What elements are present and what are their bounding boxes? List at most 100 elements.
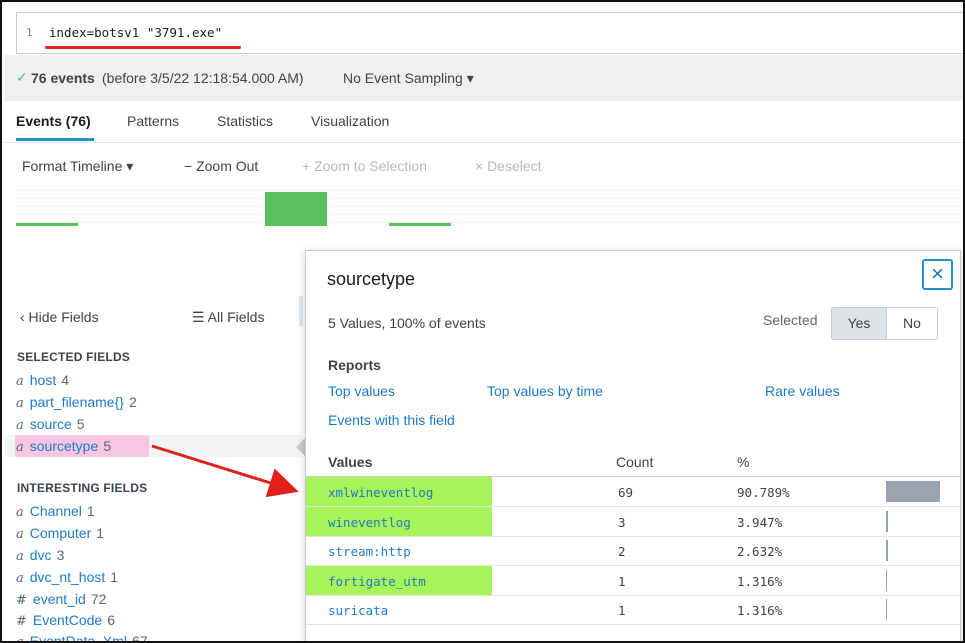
field-sourcetype[interactable]: a sourcetype 5: [16, 438, 111, 455]
field-type-icon: a: [16, 635, 24, 643]
format-timeline-button[interactable]: Format Timeline ▾: [22, 158, 133, 175]
value-name[interactable]: suricata: [328, 603, 388, 618]
value-count: 1: [618, 603, 626, 618]
field-type-icon: a: [16, 571, 24, 586]
reports-heading: Reports: [328, 357, 381, 373]
event-time-range: (before 3/5/22 12:18:54.000 AM): [102, 70, 304, 86]
field-type-icon: a: [16, 440, 24, 455]
timeline-chart[interactable]: [16, 188, 963, 228]
field-source[interactable]: a source 5: [16, 416, 85, 433]
value-percent: 1.316%: [737, 573, 783, 589]
field-type-icon: a: [16, 549, 24, 564]
timeline-bar[interactable]: [265, 192, 327, 226]
table-row[interactable]: wineventlog 3 3.947%: [306, 506, 962, 537]
timeline-gridline: [16, 190, 963, 191]
search-bar[interactable]: 1 index=botsv1 "3791.exe": [16, 12, 963, 54]
field-channel[interactable]: a Channel 1: [16, 503, 95, 520]
deselect-button[interactable]: × Deselect: [475, 158, 542, 174]
field-part-filename[interactable]: a part_filename{} 2: [16, 394, 137, 411]
tab-visualization[interactable]: Visualization: [311, 113, 389, 129]
field-type-icon: #: [16, 614, 27, 629]
table-row[interactable]: stream:http 2 2.632%: [306, 536, 962, 566]
value-name[interactable]: xmlwineventlog: [328, 485, 433, 500]
value-percent: 3.947%: [737, 514, 783, 530]
field-event-id[interactable]: # event_id 72: [16, 591, 106, 608]
value-percent: 1.316%: [737, 603, 783, 618]
close-button[interactable]: ×: [922, 259, 953, 290]
field-type-icon: a: [16, 374, 24, 389]
event-sampling-dropdown[interactable]: No Event Sampling ▾: [343, 70, 474, 87]
field-name: source: [29, 416, 72, 432]
tab-patterns[interactable]: Patterns: [127, 113, 179, 129]
values-column-header: Values: [328, 454, 373, 470]
field-name: EventData_Xml: [29, 633, 128, 643]
value-name[interactable]: stream:http: [328, 544, 411, 559]
line-number: 1: [26, 26, 33, 39]
field-name: Channel: [29, 503, 82, 519]
field-name: sourcetype: [29, 438, 99, 454]
search-query[interactable]: index=botsv1 "3791.exe": [49, 25, 222, 40]
fields-sidebar: ‹ Hide Fields ☰ All Fields SELECTED FIEL…: [4, 296, 302, 643]
field-name: EventCode: [32, 612, 103, 628]
field-host[interactable]: a host 4: [16, 372, 69, 389]
values-table-header: Values Count %: [306, 447, 962, 477]
field-computer[interactable]: a Computer 1: [16, 525, 104, 542]
status-bar: ✓ 76 events (before 3/5/22 12:18:54.000 …: [4, 55, 963, 101]
field-count: 5: [76, 416, 85, 432]
zoom-to-selection-button[interactable]: + Zoom to Selection: [302, 158, 427, 174]
annotation-underline: [45, 46, 241, 49]
field-dvc[interactable]: a dvc 3: [16, 547, 64, 564]
field-count: 6: [107, 612, 115, 628]
value-count: 1: [618, 573, 626, 589]
table-row[interactable]: fortigate_utm 1 1.316%: [306, 565, 962, 596]
selected-fields-heading: SELECTED FIELDS: [17, 350, 131, 364]
timeline-bar[interactable]: [16, 223, 78, 226]
zoom-out-button[interactable]: − Zoom Out: [184, 158, 258, 174]
field-type-icon: a: [16, 527, 24, 542]
popup-caret: [296, 438, 305, 456]
field-count: 4: [61, 372, 70, 388]
active-tab-indicator: [16, 138, 94, 141]
value-name[interactable]: wineventlog: [328, 515, 411, 530]
value-percent-bar: [886, 481, 940, 502]
field-eventdata-xml[interactable]: a EventData_Xml 67: [16, 633, 148, 643]
field-name: part_filename{}: [29, 394, 124, 410]
report-rare-values-link[interactable]: Rare values: [765, 383, 840, 399]
field-count: 67: [132, 633, 148, 643]
count-column-header: Count: [616, 454, 654, 470]
value-count: 2: [618, 544, 626, 559]
sidebar-resize-handle[interactable]: [299, 296, 303, 326]
field-name: host: [29, 372, 57, 388]
field-type-icon: a: [16, 396, 24, 411]
event-count: 76 events: [31, 70, 95, 86]
report-top-values-link[interactable]: Top values: [328, 383, 395, 399]
hide-fields-button[interactable]: ‹ Hide Fields: [20, 309, 99, 325]
timeline-gridline: [16, 198, 963, 199]
field-name: Computer: [29, 525, 92, 541]
field-dvc-nt-host[interactable]: a dvc_nt_host 1: [16, 569, 118, 586]
tab-events[interactable]: Events (76): [16, 113, 91, 129]
field-type-icon: a: [16, 505, 24, 520]
all-fields-button[interactable]: ☰ All Fields: [192, 309, 264, 326]
tab-statistics[interactable]: Statistics: [217, 113, 273, 129]
table-row[interactable]: suricata 1 1.316%: [306, 595, 962, 625]
table-row[interactable]: xmlwineventlog 69 90.789%: [306, 477, 962, 507]
popup-title: sourcetype: [327, 269, 416, 289]
window-frame: 1 index=botsv1 "3791.exe" ✓ 76 events (b…: [0, 0, 965, 643]
field-eventcode[interactable]: # EventCode 6: [16, 612, 115, 629]
selected-label: Selected: [763, 312, 818, 328]
timeline-bar[interactable]: [389, 223, 451, 226]
timeline-toolbar: Format Timeline ▾ − Zoom Out + Zoom to S…: [4, 144, 963, 188]
report-events-with-field-link[interactable]: Events with this field: [328, 412, 455, 428]
field-count: 5: [103, 438, 112, 454]
field-count: 1: [86, 503, 95, 519]
selected-yes-toggle[interactable]: Yes: [831, 307, 887, 340]
selected-no-toggle[interactable]: No: [886, 307, 938, 340]
field-name: event_id: [32, 591, 86, 607]
report-top-values-by-time-link[interactable]: Top values by time: [487, 383, 603, 399]
timeline-gridline: [16, 222, 963, 223]
field-summary-popup: sourcetype × 5 Values, 100% of events Se…: [305, 250, 962, 641]
timeline-gridline: [16, 206, 963, 207]
field-name: dvc: [29, 547, 52, 563]
value-name[interactable]: fortigate_utm: [328, 574, 426, 589]
